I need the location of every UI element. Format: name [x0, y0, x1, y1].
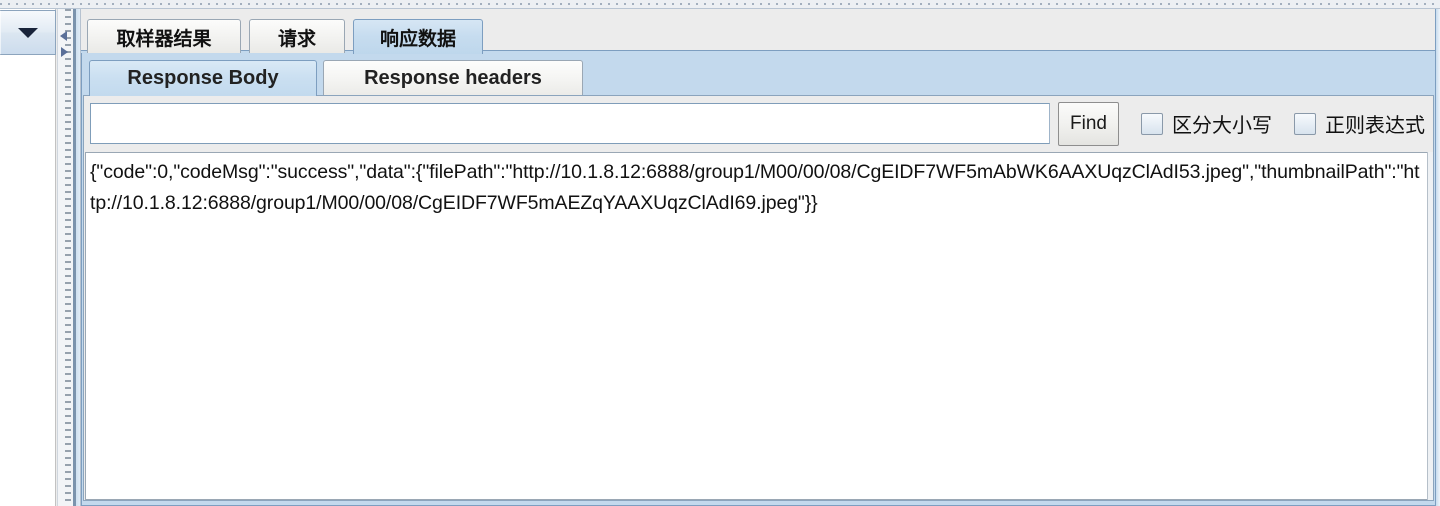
left-tree-panel — [0, 9, 56, 506]
inner-tabstrip: Response Body Response headers — [85, 56, 1435, 96]
pane-right-edge — [1435, 9, 1440, 506]
tab-response-body[interactable]: Response Body — [89, 60, 317, 96]
case-sensitive-label: 区分大小写 — [1171, 115, 1272, 137]
tab-response-data[interactable]: 响应数据 — [353, 19, 483, 54]
checkbox-box-icon — [1293, 112, 1316, 135]
response-body-text: {"code":0,"codeMsg":"success","data":{"f… — [90, 161, 1420, 214]
tab-sampler-result[interactable]: 取样器结果 — [87, 19, 241, 54]
checkbox-box-icon — [1140, 112, 1163, 135]
tab-label: 请求 — [277, 28, 316, 50]
response-body-content: Find 区分大小写 正则表达式 {"code":0,"codeMsg":"su… — [83, 95, 1434, 501]
tab-response-headers[interactable]: Response headers — [323, 60, 583, 96]
regex-label: 正则表达式 — [1324, 115, 1425, 137]
find-button-label: Find — [1070, 112, 1107, 134]
vertical-splitter[interactable] — [57, 9, 81, 506]
dropdown-combo-button[interactable] — [1, 10, 56, 55]
response-data-panel: Response Body Response headers Find 区分大小… — [81, 53, 1440, 506]
response-body-textarea[interactable]: {"code":0,"codeMsg":"success","data":{"f… — [85, 152, 1432, 500]
vertical-scrollbar-track[interactable] — [1427, 152, 1433, 500]
tab-label: 取样器结果 — [116, 28, 212, 50]
splitter-grip-dots — [0, 2, 1440, 7]
tab-label: 响应数据 — [379, 28, 456, 50]
horizontal-splitter[interactable] — [0, 0, 1440, 9]
outer-tabstrip: 取样器结果 请求 响应数据 — [81, 12, 1440, 54]
case-sensitive-checkbox[interactable]: 区分大小写 — [1140, 109, 1272, 138]
chevron-down-icon — [18, 27, 38, 38]
triangle-right-icon[interactable] — [61, 47, 68, 57]
tab-request[interactable]: 请求 — [249, 19, 345, 54]
tab-label: Response Body — [127, 67, 279, 89]
splitter-grip-dots-vertical — [65, 9, 71, 506]
triangle-left-icon[interactable] — [60, 31, 67, 41]
jmeter-results-viewer: 取样器结果 请求 响应数据 Response Body Response hea… — [0, 0, 1440, 506]
main-pane: 取样器结果 请求 响应数据 Response Body Response hea… — [81, 9, 1440, 506]
search-toolbar: Find 区分大小写 正则表达式 — [84, 96, 1433, 151]
regex-checkbox[interactable]: 正则表达式 — [1293, 109, 1425, 138]
tab-label: Response headers — [364, 67, 542, 89]
search-input[interactable] — [90, 103, 1050, 144]
find-button[interactable]: Find — [1058, 101, 1119, 146]
